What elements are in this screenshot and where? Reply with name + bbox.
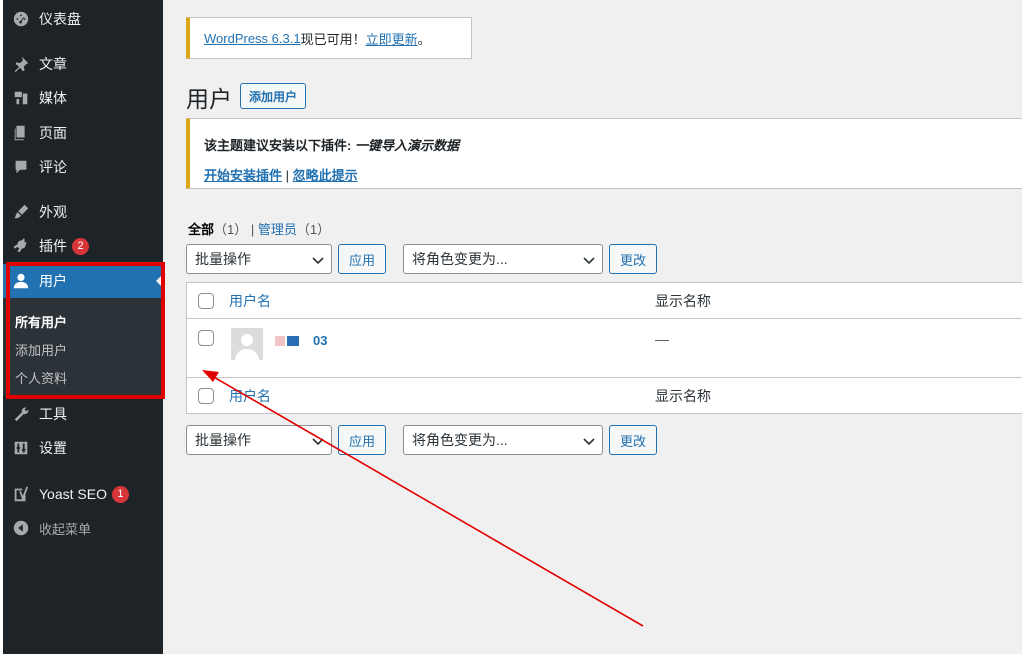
- menu-label: 收起菜单: [39, 521, 92, 537]
- notification-badge: 1: [111, 485, 129, 503]
- column-display-name-footer: 显示名称: [655, 388, 711, 404]
- wrench-icon: [3, 405, 39, 423]
- update-count-badge: 2: [72, 237, 89, 255]
- menu-label: 仪表盘: [39, 11, 81, 27]
- comment-icon: [3, 158, 39, 176]
- menu-label: 文章: [39, 56, 67, 72]
- brush-icon: [3, 203, 39, 221]
- column-username-footer[interactable]: 用户名: [229, 386, 271, 406]
- filter-all[interactable]: 全部: [188, 222, 214, 237]
- pin-icon: [3, 55, 39, 73]
- change-role-value: 将角色变更为...: [412, 432, 508, 448]
- menu-item-media[interactable]: 媒体: [3, 81, 163, 115]
- menu-label: 工具: [39, 406, 67, 422]
- update-now-link[interactable]: 立即更新: [366, 29, 418, 48]
- menu-label: 媒体: [39, 90, 67, 106]
- menu-item-appearance[interactable]: 外观: [3, 195, 163, 229]
- column-username[interactable]: 用户名: [229, 291, 271, 311]
- collapse-menu-button[interactable]: 收起菜单: [3, 511, 163, 545]
- redacted-pixel: [275, 336, 285, 346]
- plugin-name: 一键导入演示数据: [354, 138, 459, 153]
- menu-label: 外观: [39, 204, 67, 220]
- yoast-icon: [3, 485, 39, 503]
- menu-item-posts[interactable]: 文章: [3, 47, 163, 81]
- row-checkbox[interactable]: [198, 330, 214, 346]
- dashboard-icon: [3, 10, 39, 28]
- media-icon: [3, 89, 39, 107]
- plugin-recommendation-notice: 该主题建议安装以下插件: 一键导入演示数据 开始安装插件 | 忽略此提示: [186, 118, 1022, 189]
- menu-item-dashboard[interactable]: 仪表盘: [3, 2, 163, 36]
- user-role-filter: 全部（1） | 管理员（1）: [188, 219, 330, 238]
- select-all-checkbox[interactable]: [198, 293, 214, 309]
- bulk-action-value: 批量操作: [195, 251, 251, 267]
- update-notice-text: 现已可用！: [300, 31, 366, 47]
- change-role-value: 将角色变更为...: [412, 251, 508, 267]
- page-title: 用户: [186, 86, 232, 112]
- page-icon: [3, 124, 39, 142]
- bulk-action-select-top[interactable]: 批量操作: [186, 244, 332, 274]
- chevron-down-icon: [312, 257, 324, 265]
- menu-label: 设置: [39, 440, 67, 456]
- apply-button-bottom[interactable]: 应用: [338, 425, 386, 455]
- update-notice: WordPress 6.3.1 现已可用！ 立即更新 。: [186, 17, 472, 59]
- collapse-icon: [3, 519, 39, 537]
- change-role-select-top[interactable]: 将角色变更为...: [403, 244, 603, 274]
- menu-item-settings[interactable]: 设置: [3, 431, 163, 465]
- change-button-top[interactable]: 更改: [609, 244, 657, 274]
- change-role-select-bottom[interactable]: 将角色变更为...: [403, 425, 603, 455]
- display-name-value: —: [655, 331, 669, 347]
- menu-label: Yoast SEO: [39, 486, 107, 502]
- menu-item-plugins[interactable]: 插件 2: [3, 229, 163, 263]
- filter-administrator[interactable]: 管理员: [258, 222, 297, 237]
- add-user-button[interactable]: 添加用户: [240, 83, 307, 109]
- menu-item-yoast[interactable]: Yoast SEO 1: [3, 477, 163, 511]
- redacted-pixel: [287, 336, 299, 346]
- menu-label: 页面: [39, 125, 67, 141]
- update-notice-end: 。: [417, 31, 431, 47]
- bulk-action-select-bottom[interactable]: 批量操作: [186, 425, 332, 455]
- filter-admin-count: （1）: [296, 222, 331, 237]
- notice-separator: |: [282, 168, 293, 183]
- settings-icon: [3, 439, 39, 457]
- table-footer: 用户名 显示名称: [187, 377, 1022, 414]
- chevron-down-icon: [583, 438, 595, 446]
- menu-item-comments[interactable]: 评论: [3, 150, 163, 184]
- wordpress-version-link[interactable]: WordPress 6.3.1: [204, 31, 301, 46]
- dismiss-notice-link[interactable]: 忽略此提示: [293, 168, 358, 183]
- install-plugins-link[interactable]: 开始安装插件: [204, 168, 282, 183]
- notice-actions: 开始安装插件 | 忽略此提示: [204, 165, 1022, 184]
- plugin-icon: [3, 237, 39, 255]
- filter-all-count: （1）: [214, 222, 248, 237]
- column-display-name: 显示名称: [655, 292, 711, 309]
- chevron-down-icon: [312, 438, 324, 446]
- annotation-highlight-box: [6, 262, 165, 399]
- select-all-checkbox-bottom[interactable]: [198, 388, 214, 404]
- filter-separator: |: [247, 222, 258, 237]
- table-header: 用户名 显示名称: [187, 283, 1022, 319]
- bulk-action-value: 批量操作: [195, 432, 251, 448]
- username-link[interactable]: 03: [313, 333, 327, 348]
- apply-button-top[interactable]: 应用: [338, 244, 386, 274]
- avatar: [231, 328, 263, 360]
- change-button-bottom[interactable]: 更改: [609, 425, 657, 455]
- menu-label: 插件: [39, 238, 67, 254]
- menu-item-tools[interactable]: 工具: [3, 397, 163, 431]
- menu-label: 评论: [39, 159, 67, 175]
- users-table: 用户名 显示名称 03 — 用户名 显示名称: [186, 282, 1022, 414]
- notice-message: 该主题建议安装以下插件: 一键导入演示数据: [204, 135, 1022, 154]
- chevron-down-icon: [583, 257, 595, 265]
- menu-item-pages[interactable]: 页面: [3, 116, 163, 150]
- notice-text: 该主题建议安装以下插件:: [204, 138, 355, 153]
